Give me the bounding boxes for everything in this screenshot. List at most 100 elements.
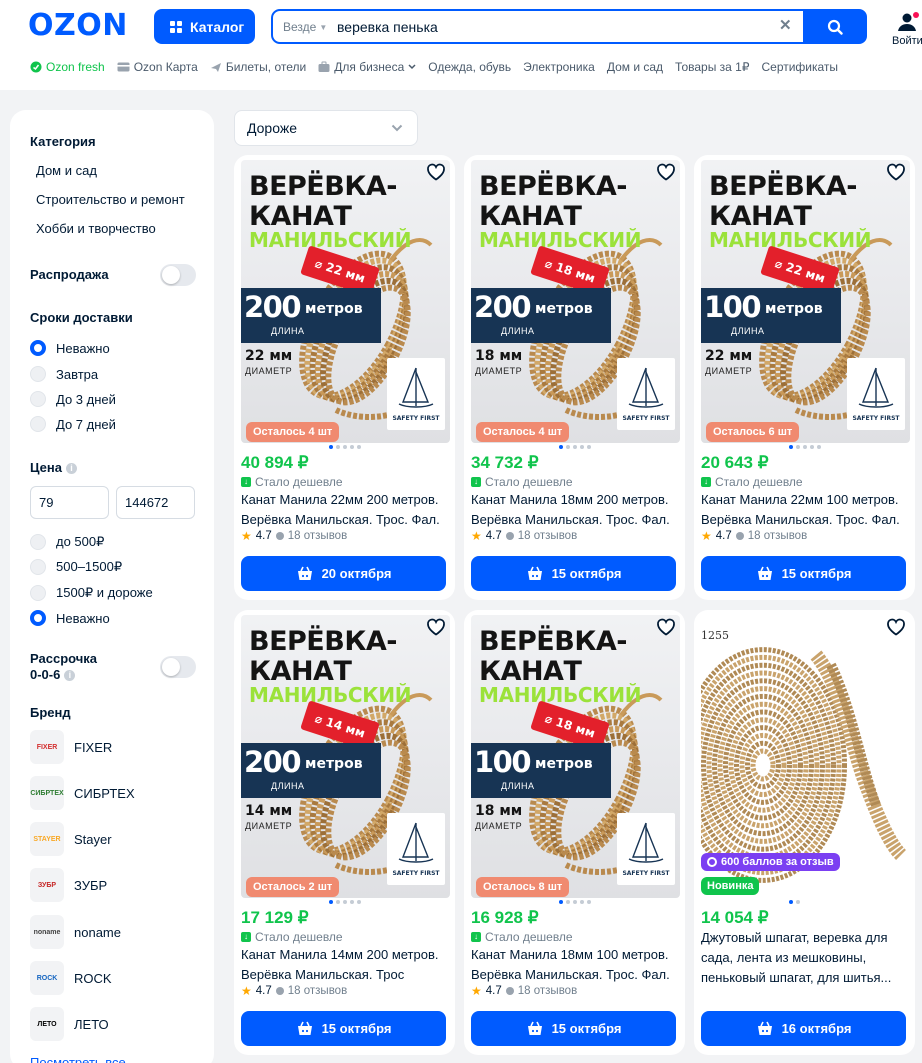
product-title[interactable]: Канат Манила 22мм 200 метров. Верёвка Ма… [241, 490, 451, 530]
diameter-label: ДИАМЕТР [245, 366, 293, 376]
filters-sidebar: Категория Дом и сад Строительство и ремо… [10, 110, 214, 1063]
brand-item[interactable]: noname noname [30, 915, 121, 949]
product-card[interactable]: ВЕРЁВКА- КАНАТ МАНИЛЬСКИЙ ⌀ 14 мм 200 метров… [234, 610, 455, 1055]
add-to-cart-button[interactable]: 15 октября [471, 556, 676, 591]
rating-value: 4.7 [485, 985, 502, 997]
favorite-button[interactable] [656, 163, 676, 186]
catalog-button[interactable]: Каталог [154, 9, 255, 44]
product-card[interactable]: ВЕРЁВКА- КАНАТ МАНИЛЬСКИЙ ⌀ 18 мм 200 метров… [464, 155, 685, 600]
price-to-input[interactable]: 144672 [116, 486, 195, 519]
product-title[interactable]: Джутовый шпагат, веревка для сада, лента… [701, 928, 911, 988]
nav-item-tickets[interactable]: Билеты, отели [210, 59, 306, 75]
radio-icon [30, 559, 46, 575]
price-option[interactable]: 500–1500₽ [30, 559, 122, 575]
info-icon[interactable]: i [64, 670, 76, 682]
installment-toggle[interactable] [160, 656, 196, 678]
product-card[interactable]: ВЕРЁВКА- КАНАТ МАНИЛЬСКИЙ ⌀ 22 мм 200 метров… [234, 155, 455, 600]
product-card[interactable]: 1255 600 баллов за отзыв Новинка 14 054 ₽ Дж… [694, 610, 915, 1055]
cart-icon [757, 1021, 772, 1035]
product-rating[interactable]: ★ 4.7 18 отзывов [241, 984, 347, 998]
nav-item-ozon-card[interactable]: Ozon Карта [117, 59, 198, 75]
product-image[interactable]: ВЕРЁВКА- КАНАТ МАНИЛЬСКИЙ ⌀ 18 мм 200 метров… [471, 160, 680, 443]
product-rating[interactable]: ★ 4.7 18 отзывов [241, 529, 347, 543]
sale-toggle[interactable] [160, 264, 196, 286]
product-rating[interactable]: ★ 4.7 18 отзывов [471, 984, 577, 998]
product-card[interactable]: ВЕРЁВКА- КАНАТ МАНИЛЬСКИЙ ⌀ 18 мм 100 метров… [464, 610, 685, 1055]
delivery-option[interactable]: До 7 дней [30, 416, 116, 432]
brand-item[interactable]: СИБРТЕХ СИБРТЕХ [30, 776, 135, 810]
category-link[interactable]: Дом и сад [36, 163, 97, 178]
brand-logo: noname [30, 915, 64, 949]
add-to-cart-button[interactable]: 15 октября [471, 1011, 676, 1046]
product-card[interactable]: ВЕРЁВКА- КАНАТ МАНИЛЬСКИЙ ⌀ 22 мм 100 метров… [694, 155, 915, 600]
add-to-cart-button[interactable]: 20 октября [241, 556, 446, 591]
delivery-title: Сроки доставки [30, 310, 133, 325]
favorite-button[interactable] [426, 618, 446, 641]
product-title[interactable]: Канат Манила 18мм 200 метров. Верёвка Ма… [471, 490, 681, 530]
rating-value: 4.7 [715, 530, 732, 542]
product-image[interactable]: ВЕРЁВКА- КАНАТ МАНИЛЬСКИЙ ⌀ 22 мм 200 метров… [241, 160, 450, 443]
favorite-button[interactable] [886, 163, 906, 186]
nav-item-home[interactable]: Дом и сад [607, 59, 663, 75]
brand-item[interactable]: STAYER Stayer [30, 822, 112, 856]
category-link[interactable]: Строительство и ремонт [36, 192, 185, 207]
delivery-option[interactable]: Неважно [30, 340, 110, 356]
favorite-button[interactable] [656, 618, 676, 641]
search-scope-select[interactable]: Везде ▼ [279, 18, 331, 36]
brand-name: ROCK [74, 970, 112, 986]
product-image[interactable]: 1255 600 баллов за отзыв Новинка [701, 615, 910, 898]
product-price: 16 928 ₽ [471, 908, 539, 927]
search-input[interactable] [337, 17, 777, 37]
product-image[interactable]: ВЕРЁВКА- КАНАТ МАНИЛЬСКИЙ ⌀ 22 мм 100 метров… [701, 160, 910, 443]
delivery-option[interactable]: Завтра [30, 366, 98, 382]
cart-icon [527, 566, 542, 580]
image-pagination[interactable] [559, 900, 591, 904]
product-title[interactable]: Канат Манила 18мм 100 метров. Верёвка Ма… [471, 945, 681, 985]
product-title[interactable]: Канат Манила 14мм 200 метров. Верёвка Ма… [241, 945, 451, 985]
add-to-cart-button[interactable]: 15 октября [701, 556, 906, 591]
product-rating[interactable]: ★ 4.7 18 отзывов [701, 529, 807, 543]
category-link[interactable]: Хобби и творчество [36, 221, 156, 236]
nav-item-clothes[interactable]: Одежда, обувь [428, 59, 511, 75]
nav-item-certificates[interactable]: Сертификаты [761, 59, 838, 75]
product-title[interactable]: Канат Манила 22мм 100 метров. Верёвка Ма… [701, 490, 911, 530]
brand-item[interactable]: ЗУБР ЗУБР [30, 868, 107, 902]
add-to-cart-button[interactable]: 16 октября [701, 1011, 906, 1046]
image-pagination[interactable] [789, 445, 821, 449]
search-button[interactable] [803, 9, 867, 44]
price-option[interactable]: 1500₽ и дороже [30, 585, 153, 601]
brand-item[interactable]: ЛЕТО ЛЕТО [30, 1007, 109, 1041]
nav-item-ozon-fresh[interactable]: Ozon fresh [30, 59, 105, 75]
brand-item[interactable]: FIXER FIXER [30, 730, 112, 764]
info-icon[interactable]: i [65, 463, 77, 475]
favorite-button[interactable] [886, 618, 906, 641]
image-pagination[interactable] [329, 900, 361, 904]
product-image[interactable]: ВЕРЁВКА- КАНАТ МАНИЛЬСКИЙ ⌀ 14 мм 200 метров… [241, 615, 450, 898]
nav-item-1rub[interactable]: Товары за 1₽ [675, 59, 749, 75]
favorite-button[interactable] [426, 163, 446, 186]
stock-badge: Осталось 6 шт [706, 422, 800, 442]
product-image[interactable]: ВЕРЁВКА- КАНАТ МАНИЛЬСКИЙ ⌀ 18 мм 100 метров… [471, 615, 680, 898]
ozon-logo[interactable]: OZON [28, 8, 128, 43]
length-label: ДЛИНА [271, 326, 305, 336]
brand-item[interactable]: ROCK ROCK [30, 961, 112, 995]
clear-icon[interactable]: ✕ [779, 16, 792, 34]
image-pagination[interactable] [329, 445, 361, 449]
product-rating[interactable]: ★ 4.7 18 отзывов [471, 529, 577, 543]
price-from-input[interactable]: 79 [30, 486, 109, 519]
delivery-option[interactable]: До 3 дней [30, 391, 116, 407]
length-label: ДЛИНА [501, 326, 535, 336]
nav-item-electronics[interactable]: Электроника [523, 59, 595, 75]
show-all-brands-link[interactable]: Посмотреть все [30, 1055, 126, 1063]
login-button[interactable]: Войти [892, 12, 922, 47]
price-option[interactable]: до 500₽ [30, 534, 104, 550]
nav-item-business[interactable]: Для бизнеса [318, 59, 416, 75]
image-pagination[interactable] [789, 900, 800, 904]
price-option[interactable]: Неважно [30, 610, 110, 626]
delivery-date: 16 октября [781, 1021, 852, 1036]
sort-select[interactable]: Дороже [234, 110, 418, 146]
image-pagination[interactable] [559, 445, 591, 449]
diameter-value: 22 мм [705, 348, 753, 364]
add-to-cart-button[interactable]: 15 октября [241, 1011, 446, 1046]
reviews-count: 18 отзывов [287, 985, 348, 997]
